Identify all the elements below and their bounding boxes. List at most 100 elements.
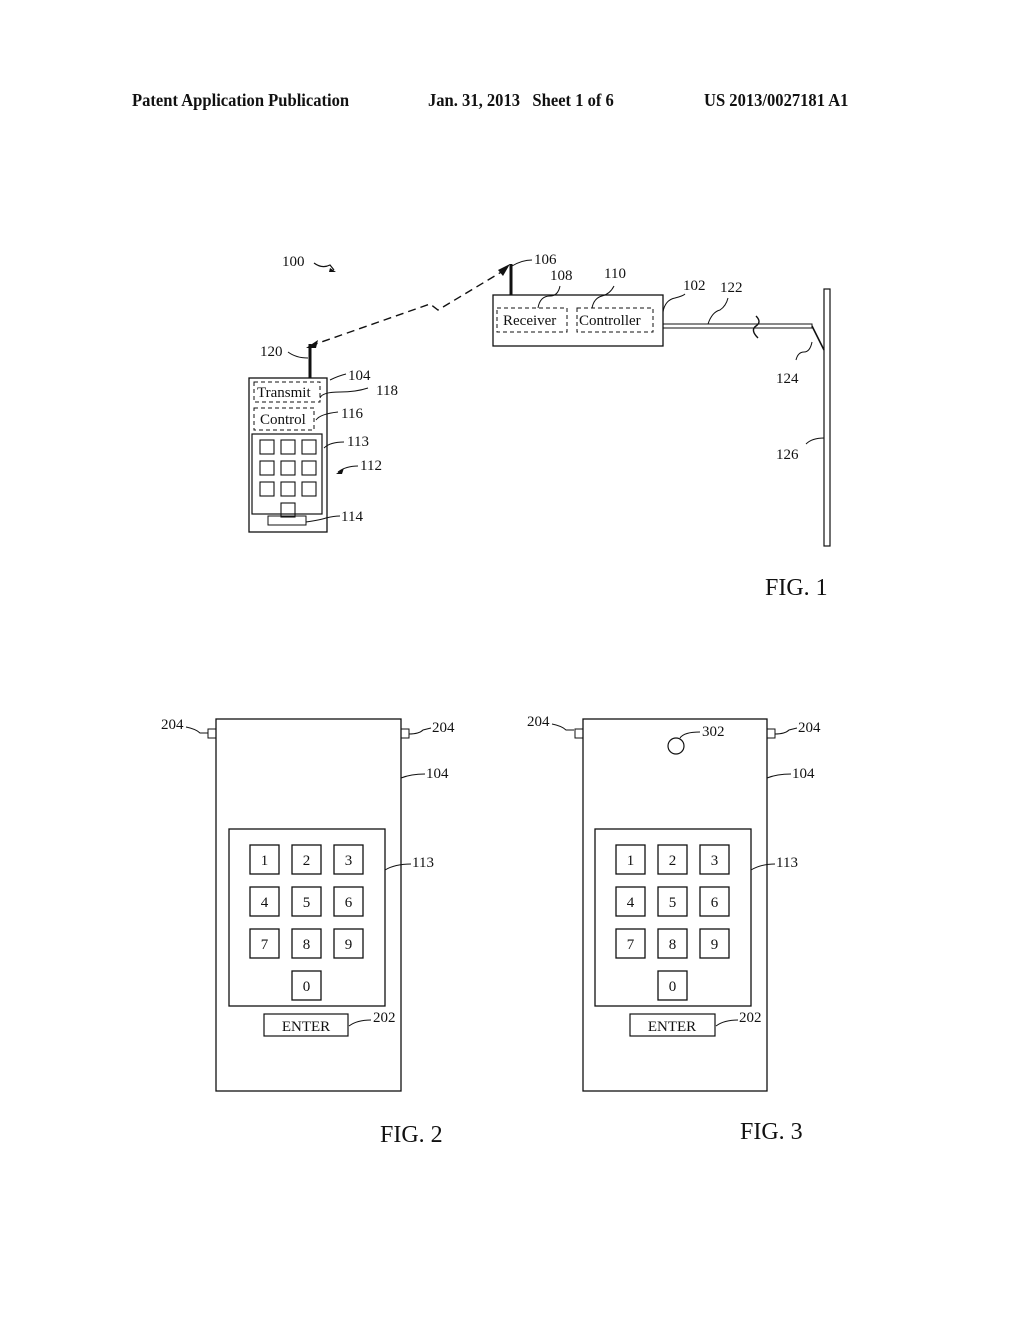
leader-line xyxy=(805,437,825,445)
keypad-key xyxy=(280,502,296,518)
transmit-label: Transmit xyxy=(257,385,311,401)
side-button-204-right xyxy=(766,728,776,739)
keypad-key-label: 0 xyxy=(303,979,311,995)
door-126 xyxy=(823,288,831,547)
keypad-key-label: 5 xyxy=(303,895,311,911)
ref-124: 124 xyxy=(776,371,799,387)
ref-104: 104 xyxy=(426,766,449,782)
arrowhead-icon xyxy=(306,340,318,348)
control-label: Control xyxy=(260,412,306,428)
ref-204-right: 204 xyxy=(432,720,455,736)
transmitter-device-104 xyxy=(248,377,328,533)
keypad-key-label: 4 xyxy=(261,895,269,911)
keypad-key-label: 5 xyxy=(669,895,677,911)
keypad-key-label: 2 xyxy=(669,853,677,869)
ref-112: 112 xyxy=(360,458,382,474)
keypad-key-label: 9 xyxy=(345,937,353,953)
leader-line xyxy=(185,726,208,734)
figure-1: 100 120 Transmit Control 104 118 116 113… xyxy=(248,252,831,601)
ref-102: 102 xyxy=(683,278,706,294)
leader-line xyxy=(348,1019,372,1027)
ref-126: 126 xyxy=(776,447,799,463)
leader-line xyxy=(591,285,615,309)
ref-106: 106 xyxy=(534,252,557,268)
leader-line xyxy=(384,863,412,871)
leader-line xyxy=(511,259,533,267)
ref-108: 108 xyxy=(550,268,573,284)
leader-line xyxy=(774,727,798,735)
keypad-113 xyxy=(251,433,323,515)
side-button-204-left xyxy=(574,728,584,739)
patent-drawing-sheet: 100 120 Transmit Control 104 118 116 113… xyxy=(161,252,831,1148)
ref-204-left: 204 xyxy=(161,717,184,733)
leader-line xyxy=(537,285,561,309)
side-button-204-left xyxy=(207,728,217,739)
leader-line xyxy=(707,297,729,325)
keypad-key-label: 2 xyxy=(303,853,311,869)
indicator-light-302 xyxy=(667,737,685,755)
ref-114: 114 xyxy=(341,509,363,525)
ref-104: 104 xyxy=(792,766,815,782)
leader-line xyxy=(551,723,574,731)
ref-118: 118 xyxy=(376,383,398,399)
leader-line xyxy=(715,1019,739,1027)
ref-110: 110 xyxy=(604,266,626,282)
enter-label: ENTER xyxy=(282,1019,330,1035)
controller-label: Controller xyxy=(579,313,641,329)
side-button-204-right xyxy=(400,728,410,739)
ref-122: 122 xyxy=(720,280,743,296)
receiver-label: Receiver xyxy=(503,313,556,329)
leader-line xyxy=(329,373,347,381)
break-mark xyxy=(752,315,760,339)
keypad-key-label: 3 xyxy=(711,853,719,869)
leader-line xyxy=(766,773,792,779)
ref-202: 202 xyxy=(373,1010,396,1026)
keypad-key xyxy=(280,439,296,455)
fig1-caption: FIG. 1 xyxy=(765,575,828,601)
keypad-key xyxy=(280,460,296,476)
ref-204-left: 204 xyxy=(527,714,550,730)
keypad-key-label: 6 xyxy=(711,895,719,911)
ref-100: 100 xyxy=(282,254,305,270)
ref-204-right: 204 xyxy=(798,720,821,736)
keypad-key xyxy=(301,481,317,497)
ref-202: 202 xyxy=(739,1010,762,1026)
keypad-keys: 1 2 3 4 5 6 7 8 9 0 xyxy=(249,844,364,1001)
keypad-key xyxy=(259,439,275,455)
keypad-key xyxy=(301,439,317,455)
keypad-key-label: 4 xyxy=(627,895,635,911)
leader-line xyxy=(662,293,686,313)
ref-302: 302 xyxy=(702,724,725,740)
arrowhead-icon xyxy=(498,264,510,276)
leader-line xyxy=(408,727,432,735)
ref-116: 116 xyxy=(341,406,363,422)
keypad-key xyxy=(259,481,275,497)
ref-113: 113 xyxy=(776,855,798,871)
leader-line xyxy=(305,515,341,523)
keypad-key-label: 9 xyxy=(711,937,719,953)
keypad-key-label: 6 xyxy=(345,895,353,911)
keypad-key-label: 8 xyxy=(303,937,311,953)
leader-line xyxy=(287,351,309,359)
keypad-keys xyxy=(259,439,317,518)
cable-122 xyxy=(662,323,813,329)
keypad-key-label: 1 xyxy=(261,853,269,869)
keypad-key-label: 7 xyxy=(261,937,269,953)
latch-124 xyxy=(811,325,825,351)
leader-line xyxy=(400,773,426,779)
fig2-caption: FIG. 2 xyxy=(380,1122,443,1148)
leader-line xyxy=(679,731,701,739)
ref-113: 113 xyxy=(412,855,434,871)
keypad-key-label: 8 xyxy=(669,937,677,953)
keypad-key xyxy=(280,481,296,497)
keypad-key-label: 3 xyxy=(345,853,353,869)
wireless-signal-link xyxy=(309,267,509,347)
keypad-key xyxy=(301,460,317,476)
keypad-keys: 1 2 3 4 5 6 7 8 9 0 xyxy=(615,844,730,1001)
keypad-key xyxy=(259,460,275,476)
ref-120: 120 xyxy=(260,344,283,360)
figure-3: 204 204 302 104 1 2 3 4 5 6 7 8 9 0 113 ENTER 202… xyxy=(527,714,821,1145)
figure-2: 204 204 104 1 2 3 4 5 6 7 8 9 0 113 ENTER 202 FIG… xyxy=(161,717,455,1148)
keypad-key-label: 1 xyxy=(627,853,635,869)
enter-label: ENTER xyxy=(648,1019,696,1035)
